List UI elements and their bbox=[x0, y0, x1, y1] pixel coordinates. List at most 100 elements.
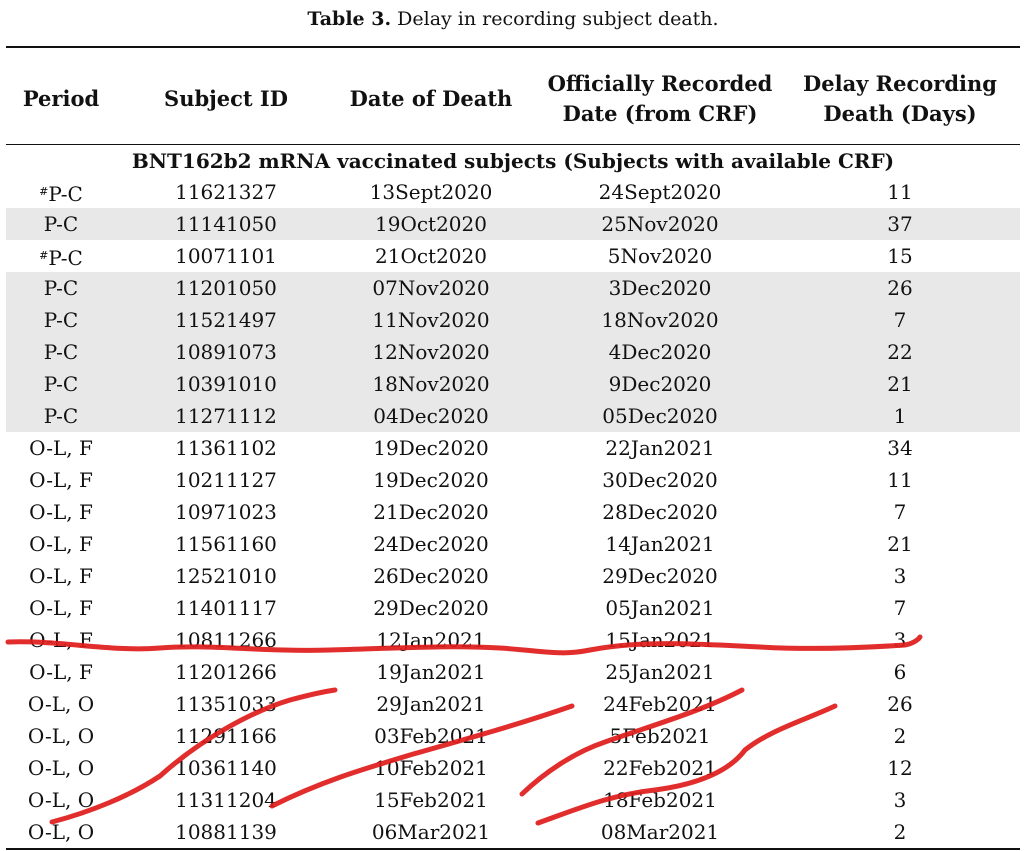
cell-delay-text: 11 bbox=[887, 468, 913, 492]
cell-recorded-date-text: 14Jan2021 bbox=[605, 532, 715, 556]
cell-recorded-date-text: 4Dec2020 bbox=[608, 340, 712, 364]
cell-period: P-C bbox=[6, 336, 116, 368]
cell-period-text: O-L, O bbox=[27, 756, 95, 780]
cell-delay: 37 bbox=[790, 208, 1010, 240]
cell-recorded-date: 14Jan2021 bbox=[540, 528, 780, 560]
cell-period-text: O-L, F bbox=[29, 500, 93, 524]
cell-date-of-death-text: 19Dec2020 bbox=[373, 436, 489, 460]
caption-label: Table 3. bbox=[307, 8, 392, 30]
cell-subject-id-text: 11621327 bbox=[175, 180, 277, 204]
cell-date-of-death-text: 29Jan2021 bbox=[376, 692, 486, 716]
cell-delay: 26 bbox=[790, 688, 1010, 720]
cell-subject-id-text: 11271112 bbox=[175, 404, 277, 428]
table-row: #P-C 11621327 13Sept2020 24Sept2020 11 bbox=[6, 176, 1020, 208]
cell-subject-id-text: 10391010 bbox=[175, 372, 277, 396]
cell-recorded-date: 24Sept2020 bbox=[540, 176, 780, 208]
cell-delay-text: 37 bbox=[887, 212, 913, 236]
cell-date-of-death-text: 19Oct2020 bbox=[375, 212, 487, 236]
cell-recorded-date-text: 08Mar2021 bbox=[600, 820, 720, 844]
cell-recorded-date: 15Jan2021 bbox=[540, 624, 780, 656]
cell-delay-text: 7 bbox=[893, 500, 907, 524]
header-recorded-date: Officially Recorded Date (from CRF) bbox=[547, 71, 773, 126]
cell-subject-id-text: 11521497 bbox=[175, 308, 277, 332]
header-subject-id: Subject ID bbox=[164, 86, 288, 111]
cell-period: P-C bbox=[6, 400, 116, 432]
cell-date-of-death-text: 04Dec2020 bbox=[373, 404, 489, 428]
cell-period-text: O-L, F bbox=[29, 596, 93, 620]
table-row: O-L, F 10211127 19Dec2020 30Dec2020 11 bbox=[6, 464, 1020, 496]
cell-subject-id-text: 11291166 bbox=[175, 724, 277, 748]
cell-period: P-C bbox=[6, 304, 116, 336]
cell-delay: 1 bbox=[790, 400, 1010, 432]
cell-period: O-L, F bbox=[6, 592, 116, 624]
cell-period-text: P-C bbox=[48, 182, 83, 206]
cell-delay: 15 bbox=[790, 240, 1010, 272]
cell-subject-id-text: 11351033 bbox=[175, 692, 277, 716]
cell-date-of-death-text: 15Feb2021 bbox=[374, 788, 488, 812]
cell-subject-id-text: 11201050 bbox=[175, 276, 277, 300]
cell-subject-id: 11621327 bbox=[126, 176, 326, 208]
cell-recorded-date: 05Dec2020 bbox=[540, 400, 780, 432]
cell-date-of-death: 21Dec2020 bbox=[326, 496, 536, 528]
cell-recorded-date: 18Feb2021 bbox=[540, 784, 780, 816]
cell-delay: 7 bbox=[790, 592, 1010, 624]
cell-date-of-death: 19Dec2020 bbox=[326, 464, 536, 496]
footnote-mark: # bbox=[39, 185, 49, 198]
cell-delay-text: 21 bbox=[887, 372, 913, 396]
cell-recorded-date-text: 05Dec2020 bbox=[602, 404, 718, 428]
cell-recorded-date: 25Nov2020 bbox=[540, 208, 780, 240]
cell-period-text: P-C bbox=[43, 308, 79, 332]
cell-subject-id: 10391010 bbox=[126, 368, 326, 400]
cell-recorded-date: 22Jan2021 bbox=[540, 432, 780, 464]
cell-period: O-L, O bbox=[6, 720, 116, 752]
cell-date-of-death-text: 18Nov2020 bbox=[372, 372, 490, 396]
cell-period-text: P-C bbox=[43, 340, 79, 364]
cell-recorded-date-text: 25Nov2020 bbox=[601, 212, 719, 236]
cell-date-of-death: 03Feb2021 bbox=[326, 720, 536, 752]
cell-date-of-death-text: 10Feb2021 bbox=[374, 756, 488, 780]
cell-date-of-death: 26Dec2020 bbox=[326, 560, 536, 592]
cell-date-of-death: 10Feb2021 bbox=[326, 752, 536, 784]
table-row: O-L, O 11291166 03Feb2021 5Feb2021 2 bbox=[6, 720, 1020, 752]
cell-subject-id-text: 10811266 bbox=[175, 628, 277, 652]
cell-delay: 11 bbox=[790, 176, 1010, 208]
cell-period: P-C bbox=[6, 368, 116, 400]
cell-date-of-death-text: 26Dec2020 bbox=[373, 564, 489, 588]
cell-period: O-L, F bbox=[6, 624, 116, 656]
cell-date-of-death-text: 19Dec2020 bbox=[373, 468, 489, 492]
table-row: O-L, F 11201266 19Jan2021 25Jan2021 6 bbox=[6, 656, 1020, 688]
cell-date-of-death: 18Nov2020 bbox=[326, 368, 536, 400]
cell-period-text: O-L, F bbox=[29, 436, 93, 460]
cell-subject-id: 11201050 bbox=[126, 272, 326, 304]
table-row: P-C 11201050 07Nov2020 3Dec2020 26 bbox=[6, 272, 1020, 304]
table-row: P-C 11141050 19Oct2020 25Nov2020 37 bbox=[6, 208, 1020, 240]
header-date-of-death: Date of Death bbox=[349, 86, 513, 111]
cell-date-of-death-text: 24Dec2020 bbox=[373, 532, 489, 556]
cell-subject-id-text: 10881139 bbox=[175, 820, 277, 844]
cell-subject-id-text: 12521010 bbox=[175, 564, 277, 588]
cell-subject-id: 10891073 bbox=[126, 336, 326, 368]
cell-subject-id-text: 10361140 bbox=[175, 756, 277, 780]
cell-subject-id-text: 11311204 bbox=[175, 788, 277, 812]
cell-recorded-date-text: 05Jan2021 bbox=[605, 596, 715, 620]
cell-subject-id-text: 11201266 bbox=[175, 660, 277, 684]
cell-delay-text: 7 bbox=[893, 308, 907, 332]
cell-subject-id: 10211127 bbox=[126, 464, 326, 496]
cell-recorded-date-text: 24Feb2021 bbox=[603, 692, 717, 716]
cell-date-of-death: 19Jan2021 bbox=[326, 656, 536, 688]
cell-subject-id: 11521497 bbox=[126, 304, 326, 336]
header-delay: Delay Recording Death (Days) bbox=[803, 71, 997, 126]
cell-date-of-death-text: 11Nov2020 bbox=[372, 308, 490, 332]
cell-date-of-death-text: 07Nov2020 bbox=[372, 276, 490, 300]
cell-subject-id: 11561160 bbox=[126, 528, 326, 560]
cell-subject-id-text: 11141050 bbox=[175, 212, 277, 236]
cell-delay: 21 bbox=[790, 368, 1010, 400]
cell-delay-text: 26 bbox=[887, 276, 913, 300]
cell-delay: 26 bbox=[790, 272, 1010, 304]
cell-recorded-date-text: 5Nov2020 bbox=[607, 244, 713, 268]
table-row: O-L, F 11401117 29Dec2020 05Jan2021 7 bbox=[6, 592, 1020, 624]
table-row: #P-C 10071101 21Oct2020 5Nov2020 15 bbox=[6, 240, 1020, 272]
cell-period-text: O-L, F bbox=[29, 468, 93, 492]
cell-delay: 3 bbox=[790, 624, 1010, 656]
cell-delay-text: 21 bbox=[887, 532, 913, 556]
